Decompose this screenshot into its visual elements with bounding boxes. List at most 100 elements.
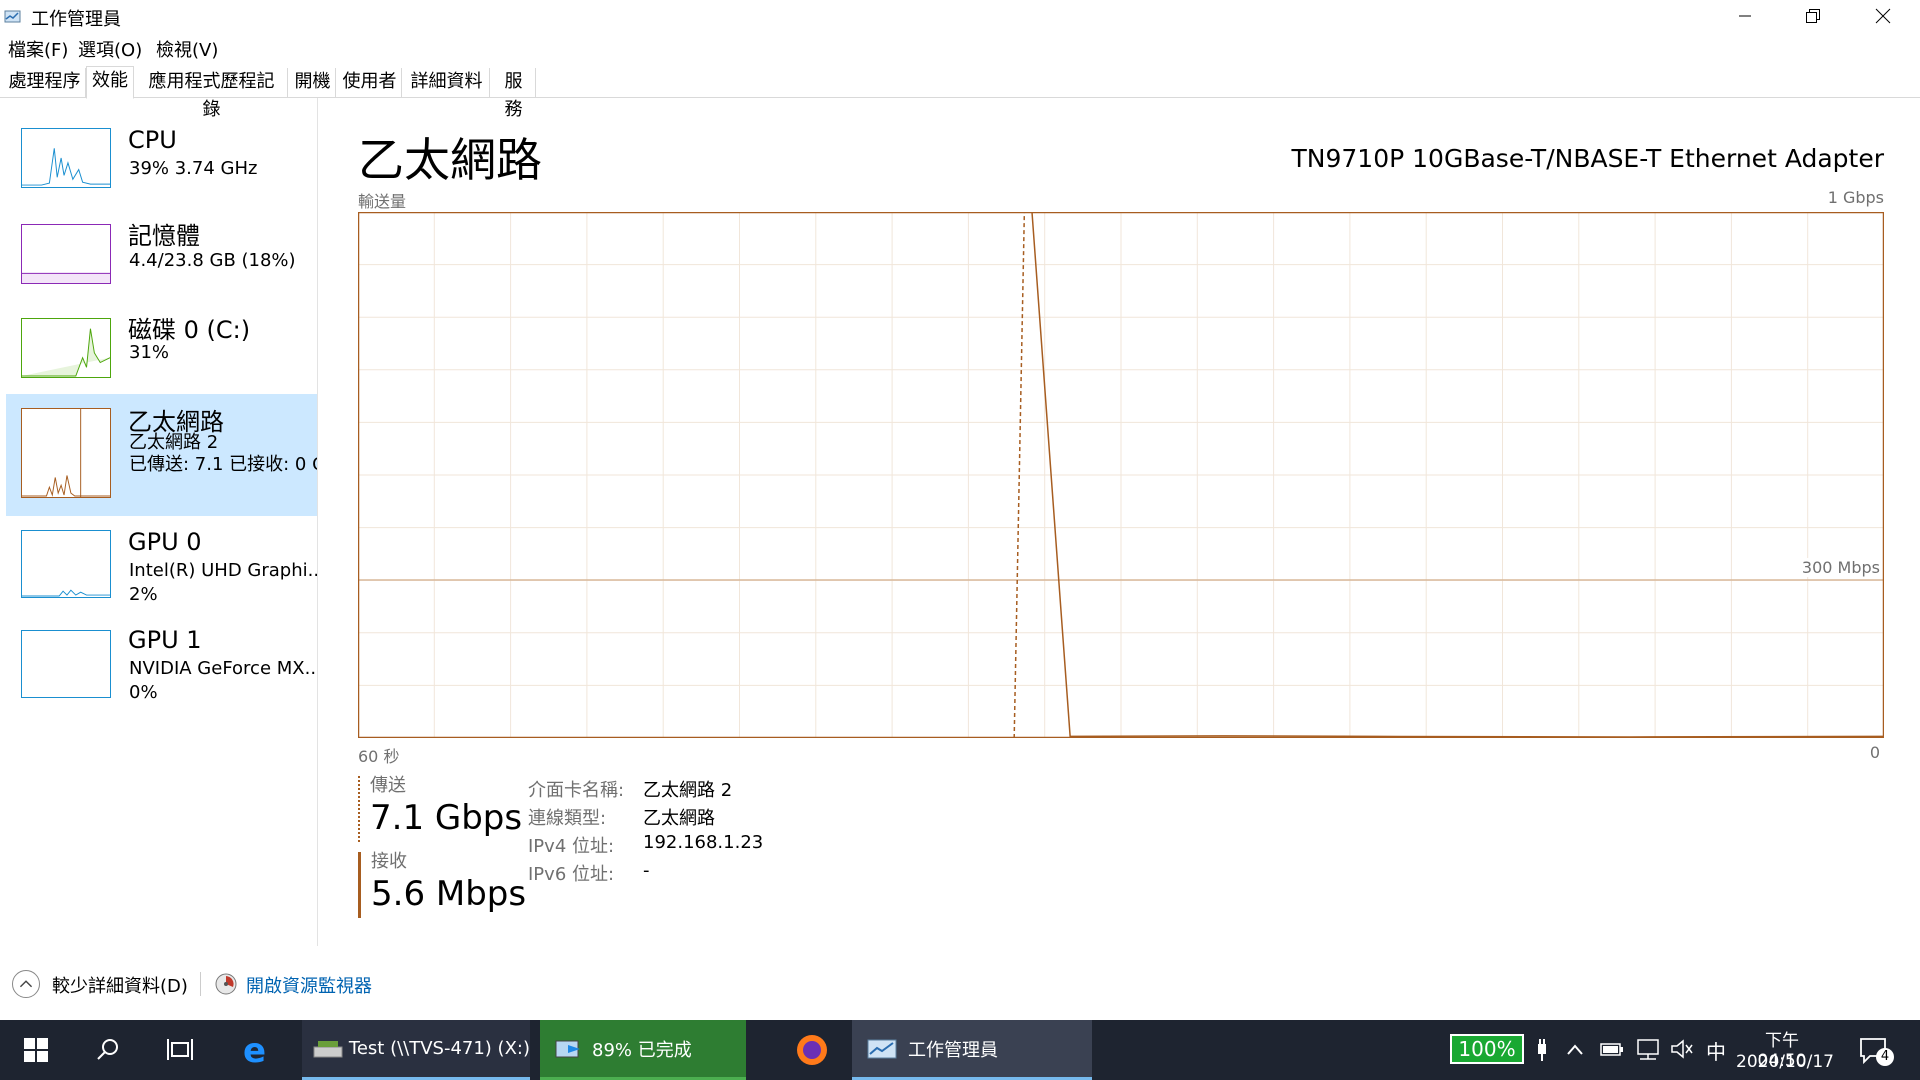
footer-divider: [200, 972, 201, 996]
receive-series-line: [1031, 212, 1884, 738]
windows-logo-icon: [24, 1038, 48, 1062]
property-value: 192.168.1.23: [643, 832, 764, 853]
tab-services[interactable]: 服務: [492, 68, 536, 120]
chart-max-label: 1 Gbps: [1827, 188, 1884, 207]
sidebar-line: 0%: [129, 682, 158, 703]
network-drive-icon: [313, 1040, 343, 1057]
chart-time-right-label: 0: [1869, 743, 1880, 762]
clock-date[interactable]: 2020/10/17: [1736, 1052, 1834, 1072]
sidebar-item-memory[interactable]: 記憶體 4.4/23.8 GB (18%): [6, 208, 317, 308]
title-bar[interactable]: 工作管理員: [0, 0, 1920, 32]
gpu1-thumbnail: [21, 630, 111, 698]
restore-button[interactable]: [1778, 0, 1848, 32]
tab-users[interactable]: 使用者: [338, 68, 402, 98]
sidebar-title: 磁碟 0 (C:): [128, 316, 251, 344]
firefox-icon: [797, 1035, 827, 1065]
battery-icon[interactable]: [1600, 1040, 1624, 1058]
chart-mid-label: 300 Mbps: [1801, 558, 1880, 577]
battery-percentage[interactable]: 100%: [1450, 1034, 1524, 1064]
notification-count-badge: 4: [1876, 1048, 1894, 1066]
property-key: IPv6 位址:: [528, 864, 615, 885]
page-title: 乙太網路: [358, 133, 542, 187]
taskbar-app-file-copy[interactable]: 89% 已完成: [540, 1020, 746, 1080]
input-method-indicator[interactable]: 中: [1706, 1036, 1726, 1065]
send-value: 7.1 Gbps: [370, 798, 523, 838]
minimize-icon: [1739, 15, 1751, 17]
ethernet-thumbnail: [21, 408, 111, 498]
open-resource-monitor-link[interactable]: 開啟資源監視器: [246, 972, 372, 998]
task-manager-icon: [867, 1039, 897, 1058]
tab-bar: 處理程序 效能 應用程式歷程記錄 開機 使用者 詳細資料 服務: [0, 66, 1920, 120]
chevron-up-icon[interactable]: [12, 970, 40, 998]
action-center-button[interactable]: 4: [1858, 1036, 1894, 1066]
task-view-button[interactable]: [160, 1030, 200, 1070]
sidebar-line: Intel(R) UHD Graphi...: [129, 560, 318, 581]
task-manager-app-icon: [4, 10, 21, 23]
taskbar-app-label: Test (\\TVS-471) (X:): [348, 1038, 530, 1059]
restore-icon: [1806, 9, 1820, 23]
performance-main-panel: 乙太網路 TN9710P 10GBase-T/NBASE-T Ethernet …: [318, 98, 1920, 946]
receive-value: 5.6 Mbps: [371, 874, 527, 914]
tab-processes[interactable]: 處理程序: [4, 68, 86, 98]
property-value: 乙太網路 2: [643, 780, 733, 801]
sidebar-line: NVIDIA GeForce MX...: [129, 658, 318, 679]
tab-app-history[interactable]: 應用程式歷程記錄: [136, 68, 288, 120]
fewer-details-link[interactable]: 較少詳細資料(D): [52, 972, 188, 998]
volume-muted-icon[interactable]: [1670, 1038, 1694, 1060]
menu-file[interactable]: 檔案(F): [8, 36, 68, 62]
sidebar-title: CPU: [128, 126, 177, 154]
close-button[interactable]: [1848, 0, 1918, 32]
sidebar-line: 31%: [129, 342, 170, 363]
svg-text:e: e: [243, 1035, 266, 1065]
property-key: 介面卡名稱:: [528, 780, 625, 801]
minimize-button[interactable]: [1710, 0, 1780, 32]
property-key: IPv4 位址:: [528, 836, 615, 857]
sidebar-line: 4.4/23.8 GB (18%): [129, 250, 296, 271]
sidebar-item-gpu1[interactable]: GPU 1 NVIDIA GeForce MX... 0%: [6, 626, 318, 726]
sidebar-title: 記憶體: [128, 222, 200, 250]
send-label: 傳送: [370, 775, 406, 796]
taskbar-app-explorer[interactable]: Test (\\TVS-471) (X:): [302, 1020, 530, 1080]
sidebar-item-disk[interactable]: 磁碟 0 (C:) 31%: [6, 300, 317, 400]
show-hidden-icons-chevron-icon[interactable]: [1566, 1042, 1584, 1056]
taskbar-app-label: 89% 已完成: [592, 1039, 692, 1061]
disk-thumbnail: [21, 318, 111, 378]
footer-bar: 較少詳細資料(D) 開啟資源監視器: [0, 960, 1920, 1008]
performance-sidebar: CPU 39% 3.74 GHz 記憶體 4.4/23.8 GB (18%) 磁…: [0, 98, 318, 946]
tab-details[interactable]: 詳細資料: [404, 68, 490, 98]
taskbar-app-task-manager[interactable]: 工作管理員: [852, 1020, 1092, 1080]
window-title: 工作管理員: [31, 9, 121, 30]
chart-grid: [358, 212, 1884, 738]
search-button[interactable]: [88, 1030, 128, 1070]
menu-view[interactable]: 檢視(V): [156, 36, 218, 62]
sidebar-line: 39% 3.74 GHz: [129, 158, 258, 179]
sidebar-line: 2%: [129, 584, 158, 605]
edge-browser-icon: e: [243, 1035, 266, 1065]
property-key: 連線類型:: [528, 808, 607, 829]
taskbar: e Test (\\TVS-471) (X:) 89% 已完成 工作管理員 10…: [0, 1020, 1920, 1080]
tab-startup[interactable]: 開機: [290, 68, 336, 98]
menu-bar: 檔案(F) 選項(O) 檢視(V): [0, 34, 1920, 62]
throughput-label: 輸送量: [358, 192, 407, 211]
adapter-name: TN9710P 10GBase-T/NBASE-T Ethernet Adapt…: [1291, 144, 1884, 173]
property-value: 乙太網路: [643, 808, 715, 829]
sidebar-item-cpu[interactable]: CPU 39% 3.74 GHz: [6, 118, 317, 218]
taskbar-app-label: 工作管理員: [908, 1039, 998, 1061]
power-plug-icon[interactable]: [1534, 1038, 1550, 1062]
menu-options[interactable]: 選項(O): [78, 36, 142, 62]
send-stat: 傳送 7.1 Gbps: [358, 776, 522, 842]
close-icon: [1875, 8, 1891, 24]
resource-monitor-icon: [215, 973, 237, 995]
sidebar-item-gpu0[interactable]: GPU 0 Intel(R) UHD Graphi... 2%: [6, 528, 318, 628]
firefox-button[interactable]: [792, 1030, 832, 1070]
sidebar-item-ethernet[interactable]: 乙太網路 乙太網路 2 已傳送: 7.1 已接收: 0 G: [6, 394, 317, 516]
file-copy-icon: [555, 1040, 580, 1057]
property-value: -: [643, 860, 650, 881]
tab-performance[interactable]: 效能: [86, 66, 134, 99]
chart-time-left-label: 60 秒: [358, 747, 400, 766]
network-icon[interactable]: [1634, 1038, 1660, 1060]
sidebar-title: GPU 1: [128, 626, 202, 654]
start-button[interactable]: [16, 1030, 56, 1070]
edge-button[interactable]: e: [236, 1030, 276, 1070]
throughput-chart: [358, 212, 1884, 738]
